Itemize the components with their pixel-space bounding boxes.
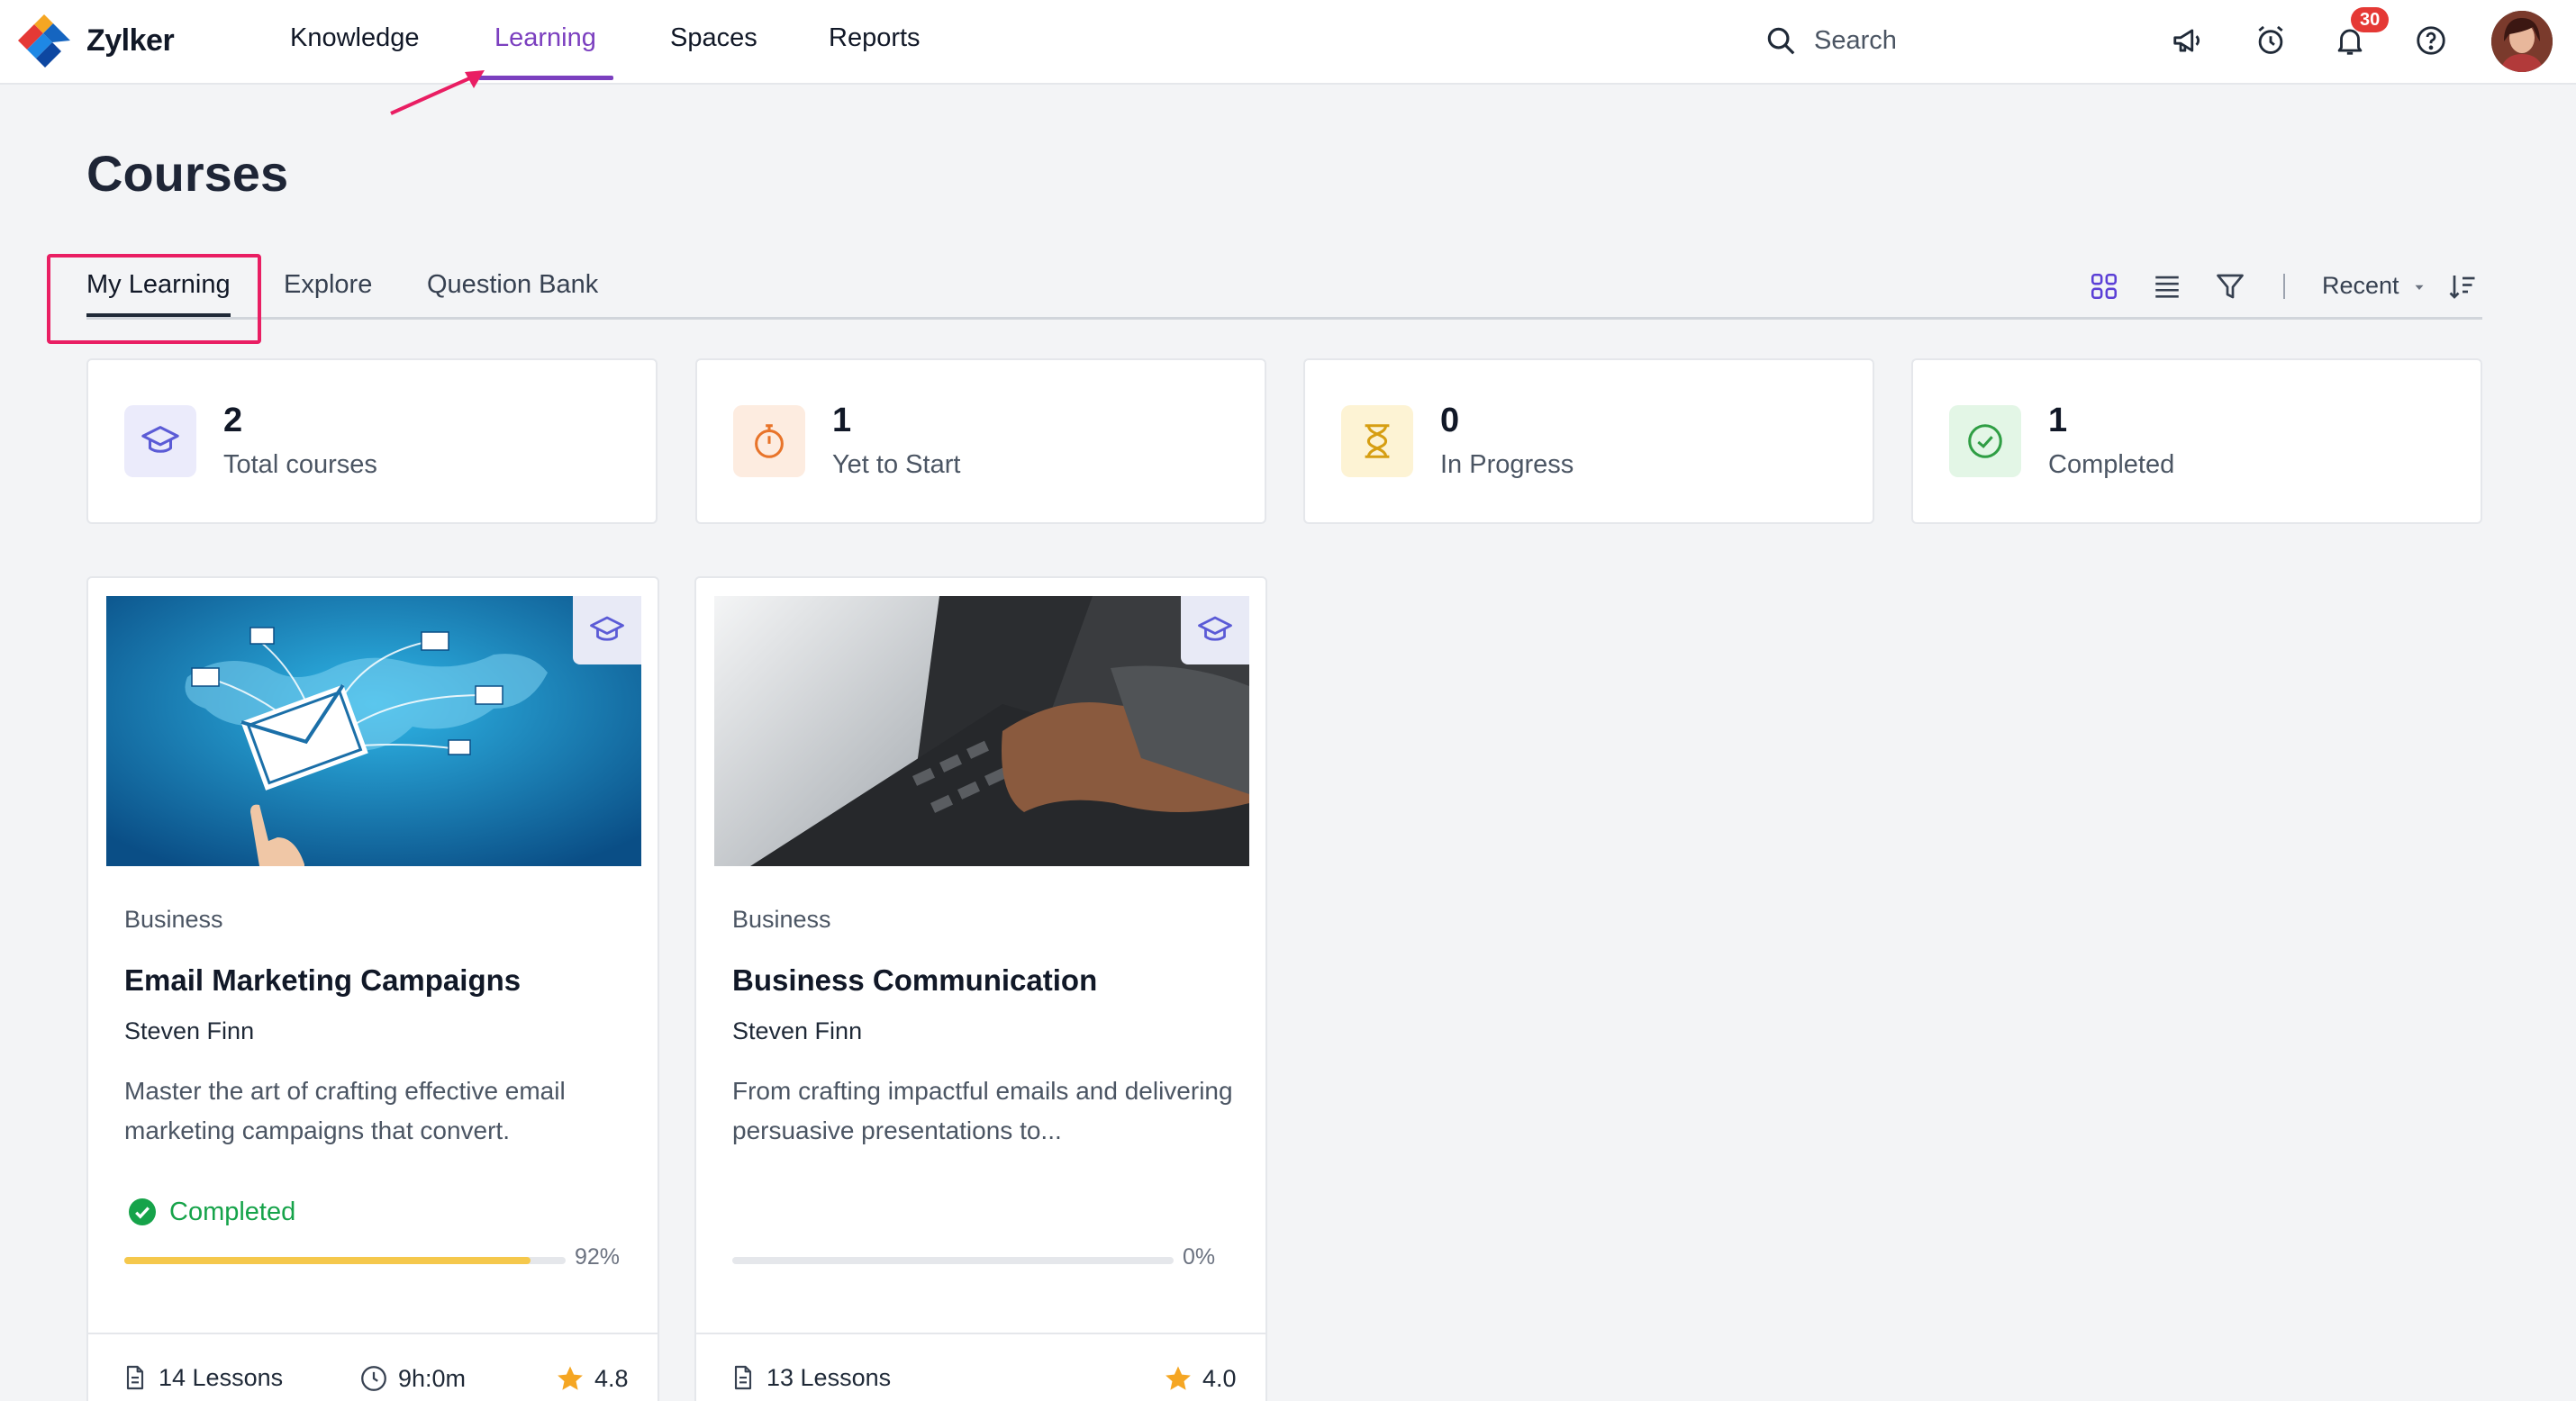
course-category: Business — [124, 906, 223, 933]
list-view-icon[interactable] — [2147, 267, 2187, 306]
sort-dropdown[interactable]: Recent — [2322, 272, 2427, 300]
stat-label: Total courses — [223, 450, 377, 479]
notification-count-badge: 30 — [2351, 7, 2390, 32]
graduation-cap-icon — [124, 405, 196, 477]
stat-value: 1 — [832, 402, 852, 439]
hourglass-icon — [1341, 405, 1413, 477]
progress-bar — [124, 1257, 566, 1264]
course-thumbnail — [106, 596, 641, 866]
course-title[interactable]: Email Marketing Campaigns — [124, 963, 521, 998]
user-avatar[interactable] — [2491, 11, 2553, 72]
course-title[interactable]: Business Communication — [732, 963, 1097, 998]
stat-card-yet-to-start[interactable]: 1 Yet to Start — [695, 358, 1266, 524]
stat-label: Completed — [2048, 450, 2175, 479]
filter-icon[interactable] — [2210, 267, 2250, 306]
stat-value: 2 — [223, 402, 243, 439]
course-rating: 4.0 — [1163, 1363, 1237, 1394]
stat-label: In Progress — [1440, 450, 1574, 479]
tab-explore[interactable]: Explore — [284, 270, 372, 300]
card-footer-divider — [696, 1333, 1265, 1334]
megaphone-icon[interactable] — [2167, 20, 2209, 61]
document-icon — [734, 1365, 752, 1390]
course-author: Steven Finn — [732, 1017, 863, 1044]
document-icon — [126, 1365, 144, 1390]
progress-bar-fill — [124, 1257, 531, 1264]
app-logo[interactable]: Zylker — [14, 11, 175, 70]
nav-spaces[interactable]: Spaces — [670, 20, 757, 83]
nav-reports[interactable]: Reports — [829, 20, 921, 83]
sort-dropdown-label: Recent — [2322, 272, 2399, 299]
annotation-highlight-box — [47, 254, 261, 344]
stat-value: 0 — [1440, 402, 1460, 439]
course-lessons-label: 13 Lessons — [766, 1363, 892, 1391]
course-lessons-label: 14 Lessons — [159, 1363, 284, 1391]
course-rating-value: 4.8 — [594, 1364, 629, 1392]
course-lessons: 13 Lessons — [729, 1363, 891, 1392]
grid-view-icon[interactable] — [2084, 267, 2124, 306]
progress-percent: 92% — [575, 1244, 621, 1270]
star-icon — [558, 1366, 583, 1390]
tabs-divider — [86, 317, 2482, 320]
alarm-clock-icon[interactable] — [2250, 20, 2291, 61]
course-status-label: Completed — [169, 1197, 296, 1226]
course-description: From crafting impactful emails and deliv… — [732, 1077, 1233, 1144]
course-rating: 4.8 — [555, 1363, 629, 1394]
stopwatch-icon — [733, 405, 805, 477]
progress-percent: 0% — [1183, 1244, 1216, 1270]
course-lessons: 14 Lessons — [121, 1363, 283, 1392]
course-thumbnail — [714, 596, 1249, 866]
course-duration-label: 9h:0m — [398, 1364, 467, 1392]
nav-learning[interactable]: Learning — [494, 20, 596, 83]
check-circle-icon — [129, 1198, 156, 1225]
app-name: Zylker — [86, 23, 175, 58]
toolbar-separator — [2283, 274, 2285, 299]
tab-question-bank[interactable]: Question Bank — [427, 270, 598, 300]
search-placeholder: Search — [1814, 25, 1897, 55]
star-icon — [1166, 1366, 1191, 1390]
course-description: Master the art of crafting effective ema… — [124, 1077, 566, 1144]
active-nav-underline — [478, 76, 613, 80]
top-navigation-bar: Zylker Knowledge Learning Spaces Reports… — [0, 0, 2576, 85]
page-title: Courses — [86, 145, 289, 202]
search-icon — [1767, 27, 1795, 55]
check-circle-icon — [1949, 405, 2021, 477]
annotation-arrow-icon — [390, 70, 485, 115]
course-status: Completed — [126, 1196, 295, 1228]
course-rating-value: 4.0 — [1202, 1364, 1237, 1392]
sort-order-icon[interactable] — [2443, 267, 2482, 306]
zylker-logo-icon — [14, 11, 74, 70]
stat-card-in-progress[interactable]: 0 In Progress — [1303, 358, 1874, 524]
stat-card-completed[interactable]: 1 Completed — [1911, 358, 2482, 524]
stat-card-total-courses[interactable]: 2 Total courses — [86, 358, 658, 524]
global-search[interactable]: Search — [1764, 18, 1897, 63]
course-duration: 9h:0m — [358, 1363, 466, 1394]
graduation-cap-icon — [1181, 596, 1249, 664]
graduation-cap-icon — [573, 596, 641, 664]
course-card-business-communication[interactable]: Business Business Communication Steven F… — [694, 576, 1267, 1401]
card-footer-divider — [88, 1333, 658, 1334]
help-icon[interactable] — [2410, 20, 2452, 61]
progress-bar — [732, 1257, 1174, 1264]
course-card-email-marketing[interactable]: Business Email Marketing Campaigns Steve… — [86, 576, 659, 1401]
course-author: Steven Finn — [124, 1017, 255, 1044]
clock-icon — [361, 1366, 386, 1391]
stat-value: 1 — [2048, 402, 2068, 439]
stat-label: Yet to Start — [832, 450, 961, 479]
caret-down-icon — [2415, 285, 2424, 290]
course-category: Business — [732, 906, 831, 933]
